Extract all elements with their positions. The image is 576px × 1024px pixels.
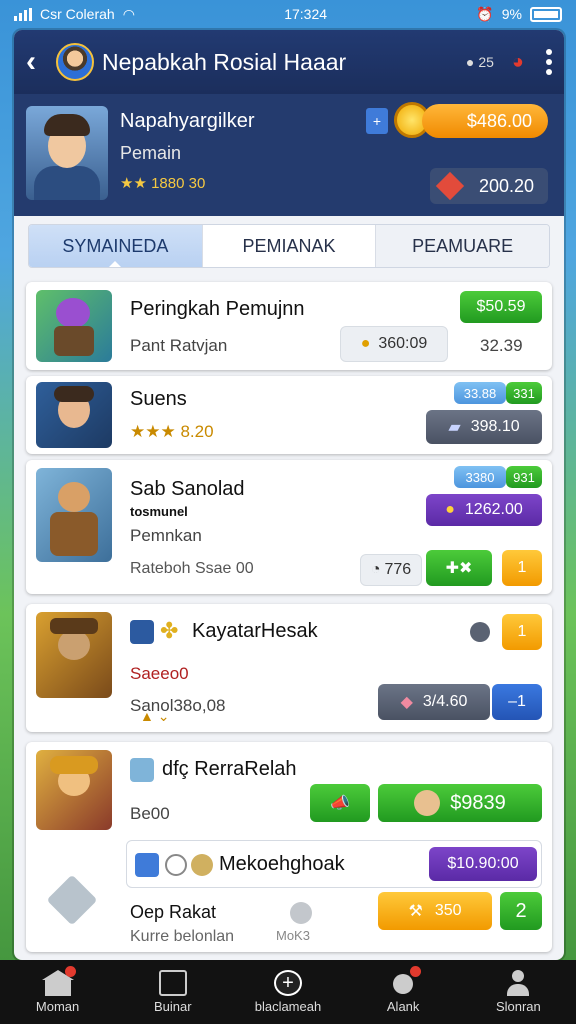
clock-icon	[165, 854, 187, 876]
boost-button[interactable]: ✚✖	[426, 550, 492, 586]
tab-pemianak[interactable]: PEMIANAK	[203, 225, 377, 267]
horn-button[interactable]: 📣	[310, 784, 370, 822]
nav-item-home[interactable]: Moman	[8, 966, 108, 1014]
count-button[interactable]: 1	[502, 614, 542, 650]
user-icon	[504, 970, 532, 996]
plus-circle-icon: +	[273, 970, 302, 996]
list-item[interactable]: dfç RerraRelah Be00 📣 $9839 Mekoehghoak …	[26, 742, 552, 952]
bottom-nav: Moman Buinar + blaclameah Alank Slonran	[0, 960, 576, 1024]
card-rating: ★★★ 8.20	[130, 422, 214, 441]
battery-icon	[529, 6, 562, 22]
list-item[interactable]: Suens ★★★ 8.20 33.88 331 ▰ 398.10	[26, 376, 552, 454]
chart-icon	[158, 970, 187, 996]
character-thumbnail	[36, 290, 112, 362]
status-bar: Csr Colerah ◠ 17:324 ⏰ 9%	[0, 0, 576, 28]
card-subtitle-red: Saeeo0	[130, 664, 189, 683]
carrier-label: Csr Colerah	[40, 6, 115, 22]
character-thumbnail	[36, 468, 112, 562]
list-item[interactable]: ▲ ⌄ ✤ KayatarHesak Saeeo0 Sanol38o,08 1 …	[26, 604, 552, 732]
badge-b: 931	[506, 466, 542, 488]
page-title: Nepabkah Rosial Haaar	[102, 48, 347, 75]
badge-a: 3380	[454, 466, 506, 488]
character-thumbnail	[36, 382, 112, 448]
count-button[interactable]: 1	[502, 550, 542, 586]
clover-icon: ✤	[160, 618, 179, 643]
header-icon-text: 25	[478, 54, 494, 70]
list-item[interactable]: Sab Sanolad tosmunel Pemnkan Rateboh Ssa…	[26, 460, 552, 594]
nav-item-profile[interactable]: Slonran	[468, 970, 568, 1014]
group-icon	[389, 966, 422, 996]
card-footer: Rateboh Ssae 00	[130, 560, 254, 577]
inner-value-button[interactable]: $10.90:00	[429, 847, 537, 881]
gray-orb-icon	[290, 902, 312, 924]
card-title: Sab Sanolad	[130, 478, 245, 500]
tab-bar: SYMAINEDA PEMIANAK PEAMUARE	[28, 224, 550, 268]
battery-label: 9%	[501, 6, 522, 22]
value-button[interactable]: $9839	[378, 784, 542, 822]
coin-value-button[interactable]: ● 360:09	[340, 326, 448, 362]
castle-icon	[130, 758, 154, 782]
shield-icon	[130, 620, 154, 644]
count-button[interactable]: 2	[500, 892, 542, 930]
value-button[interactable]: ● 1262.00	[426, 494, 542, 526]
card-title: KayatarHesak	[192, 620, 318, 642]
gem-balance[interactable]: 200.20	[430, 168, 548, 204]
minus-button[interactable]: –1	[492, 684, 542, 720]
coin-balance[interactable]: $486.00	[422, 104, 548, 138]
card-title: Suens	[130, 388, 187, 410]
footer-subtitle: Kurre belonlan	[130, 928, 235, 945]
profile-rating: ★★ 1880 30	[120, 175, 206, 192]
tab-peamuare[interactable]: PEAMUARE	[376, 225, 549, 267]
globe-icon	[191, 854, 213, 876]
profile-portrait[interactable]	[26, 106, 108, 200]
value-button[interactable]: ◆ 3/4.60	[378, 684, 490, 720]
tab-symaineda[interactable]: SYMAINEDA	[29, 225, 203, 267]
info-icon[interactable]	[470, 622, 490, 642]
inner-row[interactable]: Mekoehghoak $10.90:00	[126, 840, 542, 888]
value-button[interactable]: ▰ 398.10	[426, 410, 542, 444]
timer-badge: ◔ 776	[360, 554, 422, 586]
back-arrow-icon[interactable]: ‹	[26, 45, 48, 79]
footer-hint: MoK3	[276, 928, 310, 943]
diamond-icon[interactable]	[46, 874, 98, 926]
list-item[interactable]: Peringkah Pemujnn Pant Ratvjan $50.59 ● 3…	[26, 282, 552, 370]
card-title: dfç RerraRelah	[162, 758, 297, 780]
scroll-icon	[135, 853, 159, 877]
alarm-icon: ⏰	[476, 5, 494, 22]
card-subtitle: Pant Ratvjan	[130, 336, 228, 355]
card-tag: tosmunel	[130, 504, 188, 519]
clock: 17:324	[284, 6, 328, 22]
card-subtitle: Pemnkan	[130, 526, 202, 545]
signal-icon	[14, 7, 32, 21]
nav-item-center[interactable]: + blaclameah	[238, 970, 338, 1014]
side-value: 32.39	[480, 336, 523, 355]
badge-b: 331	[506, 382, 542, 404]
coins-icon-button[interactable]: ● 25	[466, 54, 494, 70]
orange-value-button[interactable]: ⚒ 350	[378, 892, 492, 930]
inner-title: Mekoehghoak	[219, 853, 345, 875]
card-subtitle: Sanol38o,08	[130, 696, 226, 715]
nav-item-buinar[interactable]: Buinar	[123, 970, 223, 1014]
character-thumbnail	[36, 750, 112, 830]
price-button[interactable]: $50.59	[460, 291, 542, 323]
character-thumbnail	[36, 612, 112, 698]
wifi-icon: ◠	[122, 5, 135, 22]
card-subtitle: Be00	[130, 804, 170, 823]
chat-icon[interactable]: ◕	[512, 51, 524, 74]
main-panel: ‹ Nepabkah Rosial Haaar ● 25 ◕ Napahyarg…	[14, 30, 564, 960]
profile-section: Napahyargilker Pemain ★★ 1880 30 + $486.…	[14, 94, 564, 216]
profile-name: Napahyargilker	[120, 110, 255, 132]
footer-title: Oep Rakat	[130, 902, 217, 922]
gem-icon	[435, 171, 465, 201]
top-bar: ‹ Nepabkah Rosial Haaar ● 25 ◕	[14, 30, 564, 94]
more-menu-icon[interactable]	[546, 49, 552, 75]
add-coins-button[interactable]: +	[366, 108, 388, 134]
profile-role: Pemain	[120, 143, 182, 163]
avatar	[414, 790, 441, 816]
nav-item-alank[interactable]: Alank	[353, 966, 453, 1014]
badge-a: 33.88	[454, 382, 506, 404]
home-icon	[41, 966, 76, 996]
card-title: Peringkah Pemujnn	[130, 298, 305, 320]
avatar[interactable]	[56, 43, 94, 81]
